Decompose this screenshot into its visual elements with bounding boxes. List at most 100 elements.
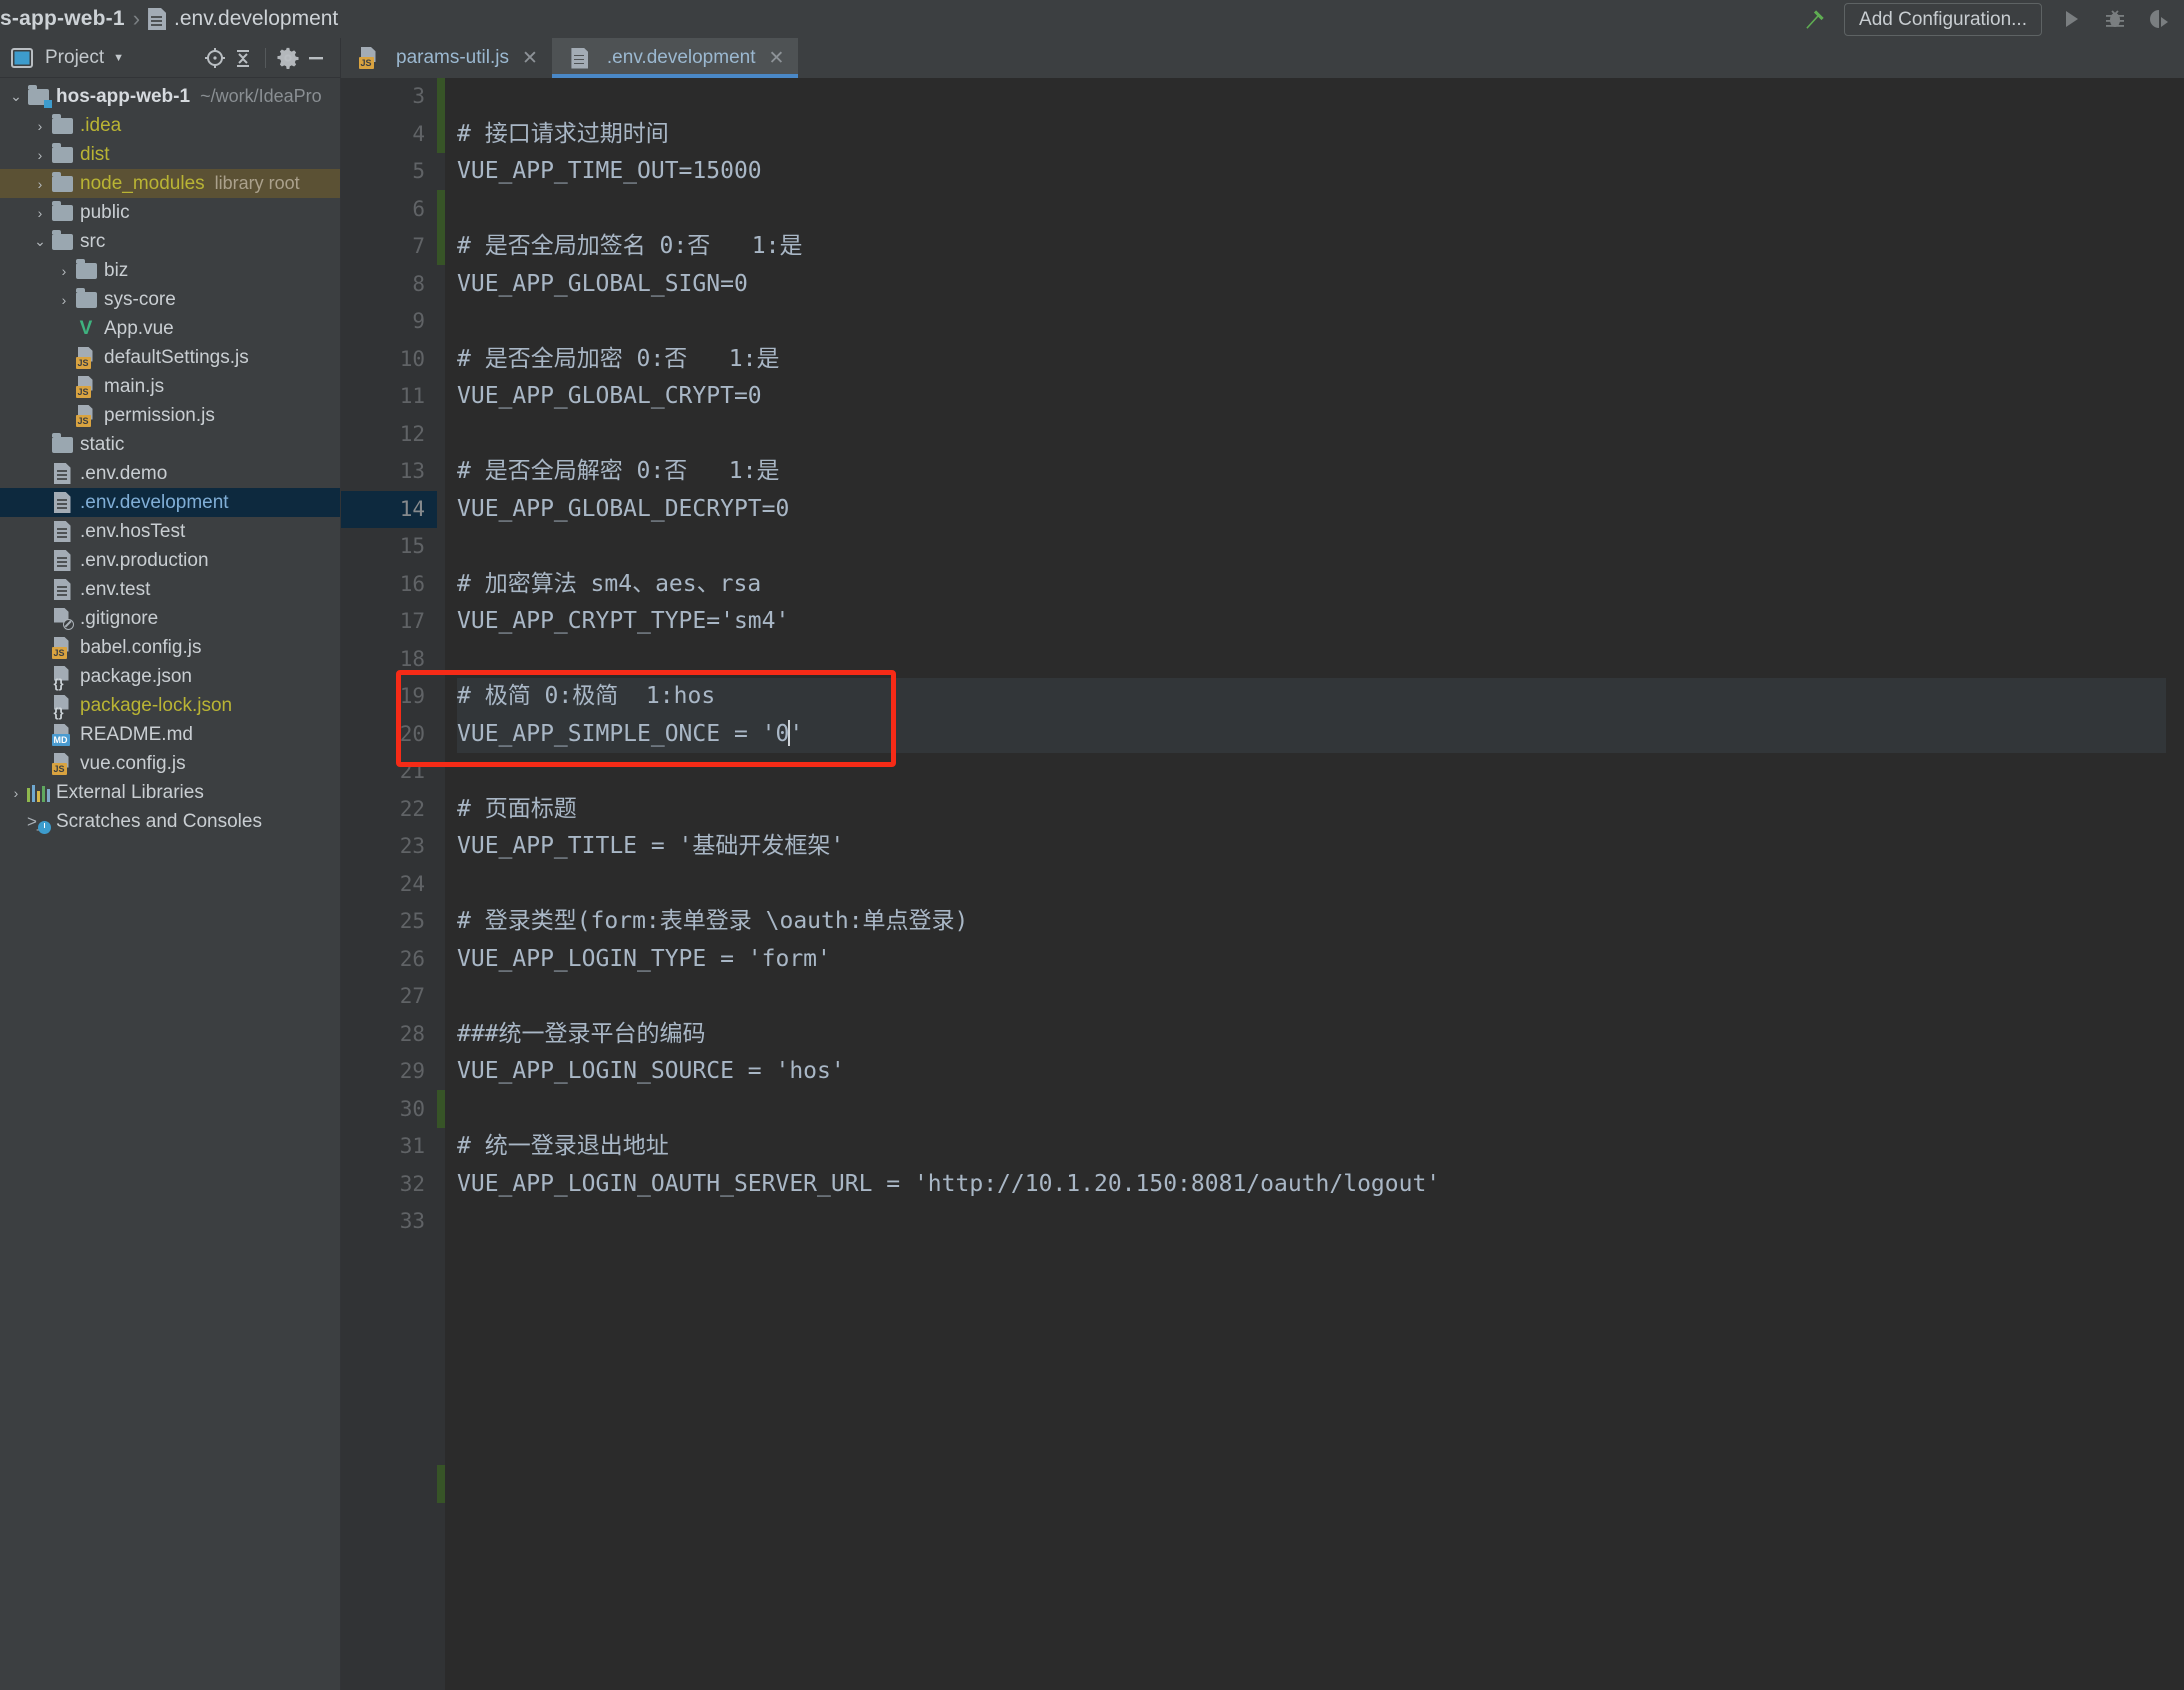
tree-item[interactable]: JSdefaultSettings.js — [0, 343, 340, 372]
code-line[interactable]: VUE_APP_GLOBAL_SIGN=0 — [457, 266, 2166, 304]
collapse-all-icon[interactable] — [229, 44, 257, 72]
chevron-right-icon[interactable]: › — [54, 292, 74, 308]
code-line[interactable]: VUE_APP_TIME_OUT=15000 — [457, 153, 2166, 191]
tree-item[interactable]: ›sys-core — [0, 285, 340, 314]
code-line[interactable] — [457, 641, 2166, 679]
line-number: 23 — [341, 828, 437, 866]
editor-tab-bar: JSparams-util.js✕.env.development✕ — [341, 38, 2184, 78]
editor-tab[interactable]: .env.development✕ — [552, 38, 799, 78]
code-line[interactable]: # 统一登录退出地址 — [457, 1128, 2166, 1166]
code-line[interactable]: VUE_APP_GLOBAL_CRYPT=0 — [457, 378, 2166, 416]
tree-item[interactable]: JSbabel.config.js — [0, 633, 340, 662]
code-line[interactable]: VUE_APP_CRYPT_TYPE='sm4' — [457, 603, 2166, 641]
tree-item-label: .gitignore — [80, 608, 158, 630]
tree-item-label: .idea — [80, 115, 121, 137]
code-line[interactable] — [457, 191, 2166, 229]
folder-icon — [74, 263, 98, 279]
code-line[interactable] — [457, 528, 2166, 566]
run-triangle-icon[interactable] — [2056, 4, 2086, 34]
code-line[interactable] — [457, 978, 2166, 1016]
code-line[interactable] — [457, 416, 2166, 454]
code-line[interactable]: VUE_APP_GLOBAL_DECRYPT=0 — [457, 491, 2166, 529]
code-line[interactable] — [457, 303, 2166, 341]
tree-item[interactable]: {}package.json — [0, 662, 340, 691]
tree-item[interactable]: ›dist — [0, 140, 340, 169]
code-line[interactable]: # 是否全局加签名 0:否 1:是 — [457, 228, 2166, 266]
code-line[interactable] — [457, 1091, 2166, 1129]
tree-item-label: node_modules — [80, 173, 205, 195]
tree-item[interactable]: ›public — [0, 198, 340, 227]
tree-item[interactable]: MDREADME.md — [0, 720, 340, 749]
hide-minus-icon[interactable] — [302, 44, 330, 72]
tree-item[interactable]: ›biz — [0, 256, 340, 285]
code-line[interactable]: VUE_APP_LOGIN_TYPE = 'form' — [457, 941, 2166, 979]
code-line[interactable]: # 页面标题 — [457, 791, 2166, 829]
code-line[interactable]: # 接口请求过期时间 — [457, 116, 2166, 154]
tree-item[interactable]: {}package-lock.json — [0, 691, 340, 720]
tree-item-label: Scratches and Consoles — [56, 811, 262, 833]
locate-target-icon[interactable] — [201, 44, 229, 72]
tree-item[interactable]: VApp.vue — [0, 314, 340, 343]
close-icon[interactable]: ✕ — [768, 47, 784, 70]
tree-item-label: package-lock.json — [80, 695, 232, 717]
hammer-icon[interactable] — [1800, 4, 1830, 34]
editor-area: JSparams-util.js✕.env.development✕ 34567… — [341, 38, 2184, 1690]
code-line[interactable]: VUE_APP_TITLE = '基础开发框架' — [457, 828, 2166, 866]
tree-item[interactable]: .env.demo — [0, 459, 340, 488]
line-number: 15 — [341, 528, 437, 566]
breadcrumb-project[interactable]: s-app-web-1 — [0, 7, 125, 31]
tree-item[interactable]: ›External Libraries — [0, 778, 340, 807]
code-line[interactable]: # 加密算法 sm4、aes、rsa — [457, 566, 2166, 604]
chevron-right-icon[interactable]: › — [30, 205, 50, 221]
tree-item[interactable]: ⌄hos-app-web-1~/work/IdeaPro — [0, 82, 340, 111]
code-line[interactable]: VUE_APP_SIMPLE_ONCE = '0' — [457, 716, 2166, 754]
chevron-right-icon[interactable]: › — [30, 147, 50, 163]
tree-item[interactable]: JSvue.config.js — [0, 749, 340, 778]
chevron-down-icon[interactable]: ▼ — [113, 52, 124, 64]
code-line[interactable]: VUE_APP_LOGIN_OAUTH_SERVER_URL = 'http:/… — [457, 1166, 2166, 1204]
project-file-tree[interactable]: ⌄hos-app-web-1~/work/IdeaPro›.idea›dist›… — [0, 78, 340, 836]
code-line[interactable]: VUE_APP_LOGIN_SOURCE = 'hos' — [457, 1053, 2166, 1091]
tree-item[interactable]: .env.test — [0, 575, 340, 604]
chevron-right-icon[interactable]: › — [6, 785, 26, 801]
tree-item[interactable]: ›node_moduleslibrary root — [0, 169, 340, 198]
tree-item[interactable]: JSpermission.js — [0, 401, 340, 430]
code-line[interactable]: # 是否全局加密 0:否 1:是 — [457, 341, 2166, 379]
chevron-down-icon[interactable]: ⌄ — [6, 88, 26, 105]
tree-item[interactable]: .env.hosTest — [0, 517, 340, 546]
line-number: 20 — [341, 716, 437, 754]
chevron-right-icon[interactable]: › — [54, 263, 74, 279]
tree-item[interactable]: .gitignore — [0, 604, 340, 633]
tree-item[interactable]: >_ Scratches and Consoles — [0, 807, 340, 836]
line-number: 17 — [341, 603, 437, 641]
tree-item[interactable]: static — [0, 430, 340, 459]
editor-tab[interactable]: JSparams-util.js✕ — [341, 38, 552, 78]
code-line[interactable] — [457, 78, 2166, 116]
chevron-right-icon[interactable]: › — [30, 118, 50, 134]
tree-item[interactable]: JSmain.js — [0, 372, 340, 401]
tree-item-label: .env.production — [80, 550, 209, 572]
code-line[interactable]: # 是否全局解密 0:否 1:是 — [457, 453, 2166, 491]
add-configuration-button[interactable]: Add Configuration... — [1844, 3, 2042, 36]
code-line[interactable] — [457, 1203, 2166, 1241]
code-line[interactable]: ###统一登录平台的编码 — [457, 1016, 2166, 1054]
code-line[interactable]: # 极简 0:极简 1:hos — [457, 678, 2166, 716]
debug-bug-icon[interactable] — [2100, 4, 2130, 34]
tree-item[interactable]: › .idea — [0, 111, 340, 140]
chevron-right-icon[interactable]: › — [30, 176, 50, 192]
settings-gear-icon[interactable] — [274, 44, 302, 72]
chevron-down-icon[interactable]: ⌄ — [30, 233, 50, 250]
run-with-coverage-icon[interactable] — [2144, 4, 2174, 34]
close-icon[interactable]: ✕ — [522, 47, 538, 70]
code-editor[interactable]: # 接口请求过期时间VUE_APP_TIME_OUT=15000 # 是否全局加签… — [445, 78, 2166, 1690]
tree-item[interactable]: .env.production — [0, 546, 340, 575]
js-file-icon: JS — [74, 405, 98, 427]
tree-item-label: babel.config.js — [80, 637, 201, 659]
breadcrumb-file[interactable]: .env.development — [174, 7, 338, 31]
code-line[interactable]: # 登录类型(form:表单登录 \oauth:单点登录) — [457, 903, 2166, 941]
tree-item[interactable]: ⌄src — [0, 227, 340, 256]
code-line[interactable] — [457, 866, 2166, 904]
code-line[interactable] — [457, 753, 2166, 791]
tree-item[interactable]: .env.development — [0, 488, 340, 517]
scratches-icon: >_ — [26, 812, 50, 832]
